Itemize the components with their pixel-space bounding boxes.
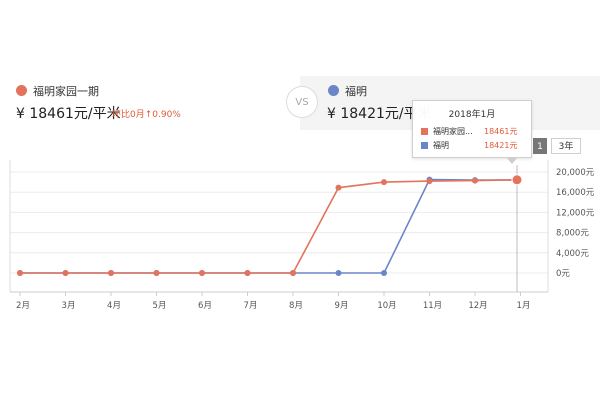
series-point-0	[108, 270, 114, 276]
tooltip-swatch-right	[421, 142, 428, 149]
series-point-0	[335, 184, 342, 191]
series-point-0	[381, 179, 387, 186]
tooltip-label-right: 福明	[433, 141, 449, 150]
tooltip-swatch-left	[421, 128, 428, 135]
y-tick-label: 8,000元	[556, 229, 589, 239]
tooltip-value-left: 18461元	[484, 127, 518, 136]
x-tick-label: 7月	[244, 301, 258, 311]
y-tick-label: 0元	[556, 269, 570, 279]
series-point-0	[511, 174, 523, 186]
x-tick-label: 2月	[16, 301, 30, 311]
series-point-0	[62, 270, 69, 276]
series-point-1	[381, 270, 387, 276]
x-tick-label: 10月	[377, 301, 396, 311]
tooltip-title: 2018年1月	[448, 110, 496, 120]
x-tick-label: 5月	[153, 301, 167, 311]
series-point-1	[335, 270, 342, 276]
y-tick-label: 12,000元	[556, 208, 595, 218]
tooltip-value-right: 18421元	[484, 141, 518, 150]
chart-tooltip: 2018年1月 福明家园... 18461元 福明 18421元	[412, 100, 532, 158]
x-tick-label: 1月	[517, 301, 531, 311]
y-tick-label: 4,000元	[556, 249, 589, 259]
x-tick-label: 9月	[335, 301, 349, 311]
y-tick-label: 16,000元	[556, 188, 595, 198]
x-tick-label: 12月	[468, 301, 487, 311]
series-point-0	[153, 270, 160, 276]
tooltip-label-left: 福明家园...	[433, 127, 473, 136]
price-trend-chart[interactable]: 0元 4,000元 8,000元 12,000元 16,000元 20,000元 2月 3月 4…	[0, 0, 600, 400]
x-tick-label: 4月	[107, 301, 121, 311]
series-line-1	[20, 178, 518, 274]
series-point-0	[17, 270, 23, 276]
x-tick-label: 3月	[62, 301, 76, 311]
x-tick-label: 8月	[289, 301, 303, 311]
y-tick-label: 20,000元	[556, 168, 595, 178]
series-point-0	[426, 178, 433, 185]
series-point-0	[290, 270, 296, 276]
tooltip-pointer	[506, 157, 518, 164]
series-point-0	[244, 270, 251, 276]
series-point-0	[472, 177, 478, 184]
series-line-0	[20, 178, 518, 274]
tooltip-row-right: 福明 18421元	[421, 140, 531, 152]
x-tick-label: 11月	[423, 301, 442, 311]
tooltip-row-left: 福明家园... 18461元	[421, 126, 531, 138]
series-point-0	[199, 270, 205, 276]
x-tick-label: 6月	[198, 301, 212, 311]
